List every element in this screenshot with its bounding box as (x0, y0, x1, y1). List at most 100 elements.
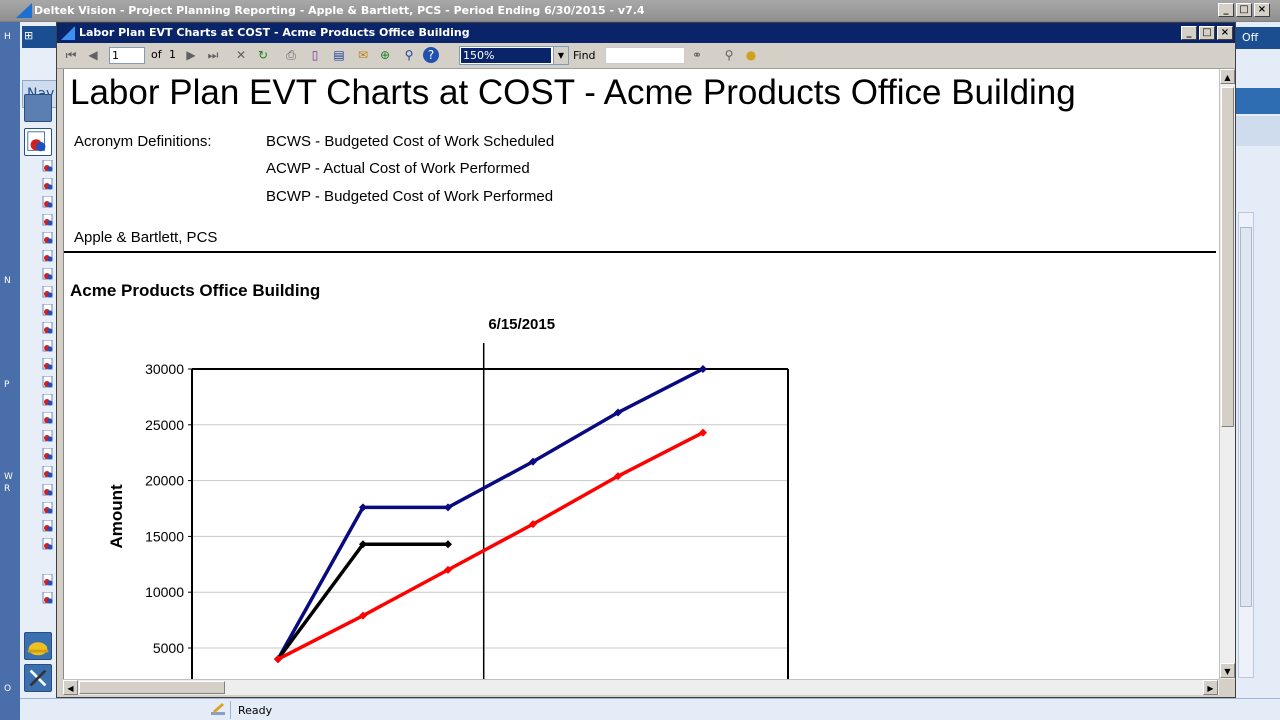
y-axis-label: Amount (107, 484, 126, 549)
app-title: Deltek Vision - Project Planning Reporti… (34, 4, 645, 17)
report-item-icon[interactable] (42, 196, 54, 208)
previous-page-icon[interactable]: ◀ (85, 47, 101, 63)
report-item-icon[interactable] (42, 178, 54, 190)
rail-letter: H (4, 32, 11, 42)
report-item-icon[interactable] (42, 538, 54, 550)
report-item-icon[interactable] (42, 466, 54, 478)
zoom-select[interactable]: 150% ▼ (459, 46, 569, 65)
right-scroll-thumb[interactable] (1240, 227, 1252, 607)
right-header-bar (1236, 88, 1280, 114)
report-item-icon[interactable] (42, 484, 54, 496)
app-left-rail: H N P W R O (0, 22, 20, 720)
zoom-value: 150% (461, 48, 551, 63)
viewer-close-button[interactable]: × (1217, 26, 1233, 40)
chart-heading: Acme Products Office Building (70, 281, 321, 300)
status-separator (230, 701, 231, 719)
scroll-right-icon[interactable]: ▶ (1203, 680, 1218, 695)
rail-letter: N (4, 276, 11, 286)
report-item-icon[interactable] (42, 448, 54, 460)
viewer-maximize-button[interactable]: □ (1199, 26, 1215, 40)
folder-icon[interactable] (24, 94, 52, 122)
right-subheader (1236, 116, 1280, 146)
report-item-icon[interactable] (42, 286, 54, 298)
refresh-icon[interactable]: ↻ (255, 47, 271, 63)
acronym-bcws: BCWS - Budgeted Cost of Work Scheduled (266, 133, 555, 150)
horizontal-scrollbar[interactable]: ◀ ▶ (63, 679, 1219, 695)
hardhat-icon[interactable] (24, 632, 52, 660)
page-count: 1 (169, 48, 176, 61)
scroll-down-icon[interactable]: ▼ (1220, 663, 1235, 678)
horizontal-scroll-thumb[interactable] (79, 681, 225, 694)
report-item-icon[interactable] (42, 502, 54, 514)
report-item-icon[interactable] (42, 394, 54, 406)
find-label: Find (573, 49, 596, 62)
y-tick-label: 5000 (153, 640, 184, 656)
scroll-left-icon[interactable]: ◀ (63, 680, 78, 695)
navigation-header[interactable]: ⊞ (22, 26, 58, 48)
rail-letter: O (4, 684, 12, 694)
print-icon[interactable]: ⎙ (283, 47, 299, 63)
acronym-label: Acronym Definitions: (74, 133, 212, 150)
print-layout-icon[interactable]: ▯ (307, 47, 323, 63)
search-settings-icon[interactable]: ⚲ (721, 47, 737, 63)
find-input[interactable] (605, 47, 685, 64)
export-icon[interactable]: ✉ (355, 47, 371, 63)
header-divider (64, 251, 1216, 253)
viewer-title: Labor Plan EVT Charts at COST - Acme Pro… (79, 26, 470, 39)
stop-icon[interactable]: ✕ (233, 47, 249, 63)
off-button[interactable]: Off (1236, 27, 1280, 49)
of-label: of (151, 48, 162, 61)
zoom-icon[interactable]: ⚲ (401, 47, 417, 63)
report-item-icon[interactable] (42, 376, 54, 388)
report-item-icon[interactable] (42, 592, 54, 604)
report-item-icon[interactable] (42, 232, 54, 244)
first-page-icon[interactable]: ⏮ (63, 47, 79, 63)
report-item-icon[interactable] (42, 160, 54, 172)
page-number-input[interactable]: 1 (109, 47, 145, 64)
app-titlebar: Deltek Vision - Project Planning Reporti… (0, 0, 1280, 22)
report-item-icon[interactable] (42, 268, 54, 280)
report-item-icon[interactable] (42, 340, 54, 352)
next-page-icon[interactable]: ▶ (183, 47, 199, 63)
help-icon[interactable]: ? (423, 47, 439, 63)
date-marker-label: 6/15/2015 (488, 316, 555, 333)
acronym-bcwp: BCWP - Budgeted Cost of Work Performed (266, 188, 554, 205)
series-line (276, 542, 448, 661)
y-tick-label: 10000 (145, 584, 184, 600)
rail-letter: W (4, 472, 13, 482)
series-point (444, 540, 452, 549)
viewer-minimize-button[interactable]: _ (1181, 26, 1197, 40)
app-maximize-button[interactable]: □ (1236, 3, 1252, 17)
series-line (276, 367, 704, 661)
binoculars-icon[interactable]: ⚭ (689, 47, 705, 63)
last-page-icon[interactable]: ⏭ (205, 47, 221, 63)
right-scrollbar[interactable] (1238, 212, 1254, 678)
report-item-icon[interactable] (42, 574, 54, 586)
report-item-icon[interactable] (42, 304, 54, 316)
y-tick-label: 20000 (145, 473, 184, 489)
report-item-icon[interactable] (42, 322, 54, 334)
report-item-icon[interactable] (42, 520, 54, 532)
report-title: Labor Plan EVT Charts at COST - Acme Pro… (70, 73, 1076, 112)
pencil-icon (211, 703, 225, 715)
add-icon[interactable]: ⊕ (377, 47, 393, 63)
report-item-icon[interactable] (42, 214, 54, 226)
report-item-icon[interactable] (42, 250, 54, 262)
report-item-icon[interactable] (42, 412, 54, 424)
navigation-panel: ⊞ Nav (20, 22, 60, 698)
app-close-button[interactable]: × (1254, 3, 1270, 17)
vertical-scrollbar[interactable]: ▲ ▼ (1219, 69, 1235, 679)
hardhat-small-icon[interactable]: ● (743, 47, 759, 63)
page-setup-icon[interactable]: ▤ (331, 47, 347, 63)
chevron-down-icon[interactable]: ▼ (553, 47, 568, 64)
vertical-scroll-thumb[interactable] (1221, 87, 1234, 427)
acronym-acwp: ACWP - Actual Cost of Work Performed (266, 160, 530, 177)
report-item-icon[interactable] (42, 430, 54, 442)
scroll-up-icon[interactable]: ▲ (1220, 69, 1235, 84)
tools-icon[interactable] (24, 664, 52, 692)
report-item-icon[interactable] (42, 358, 54, 370)
status-bar: Ready (20, 698, 1280, 720)
rail-letter: R (4, 484, 11, 494)
report-icon[interactable] (24, 128, 52, 156)
app-minimize-button[interactable]: _ (1218, 3, 1234, 17)
